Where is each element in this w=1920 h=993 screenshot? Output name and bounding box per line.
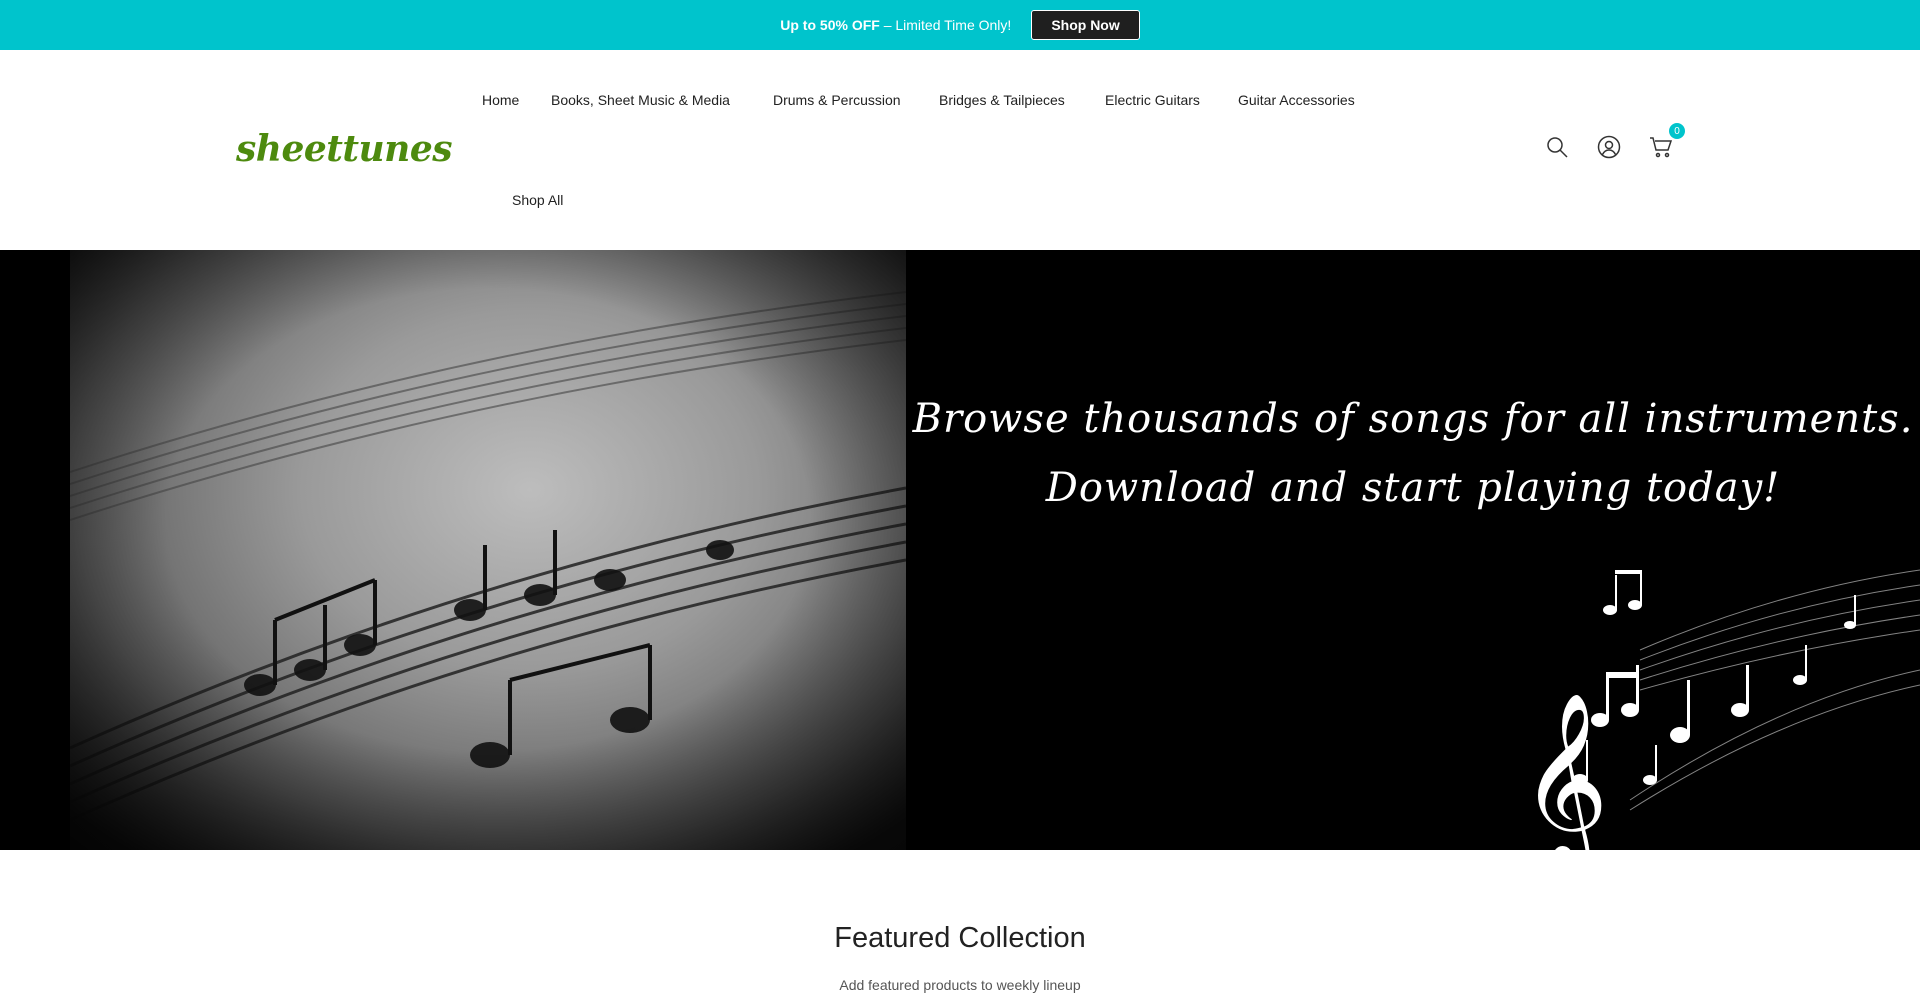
- announcement-bar: Up to 50% OFF – Limited Time Only! Shop …: [0, 0, 1920, 50]
- shop-now-button[interactable]: Shop Now: [1031, 10, 1140, 40]
- hero-headline: Browse thousands of songs for all instru…: [906, 385, 1920, 523]
- nav-item-guitar-accessories[interactable]: Guitar Accessories: [1238, 92, 1355, 108]
- announcement-bold-text: Up to 50% OFF: [780, 17, 880, 33]
- nav-item-books-sheet-music-media[interactable]: Books, Sheet Music & Media: [551, 92, 730, 108]
- nav-item-shop-all[interactable]: Shop All: [512, 192, 563, 208]
- announcement-text: Up to 50% OFF – Limited Time Only!: [780, 17, 1011, 33]
- cart-icon[interactable]: 0: [1649, 123, 1685, 159]
- sheet-music-photo: [70, 250, 906, 850]
- header-icons: 0: [1545, 123, 1685, 159]
- account-icon[interactable]: [1597, 135, 1621, 159]
- featured-title: Featured Collection: [834, 922, 1086, 954]
- sheet-music-staff-lines: [70, 250, 906, 850]
- nav-item-drums-percussion[interactable]: Drums & Percussion: [773, 92, 901, 108]
- nav-item-bridges-tailpieces[interactable]: Bridges & Tailpieces: [939, 92, 1065, 108]
- hero-banner: Browse thousands of songs for all instru…: [0, 250, 1920, 850]
- site-logo[interactable]: sheettunes: [236, 128, 453, 170]
- music-notes-illustration: 𝄞: [1520, 569, 1920, 850]
- cart-count-badge: 0: [1669, 123, 1685, 139]
- search-icon[interactable]: [1545, 135, 1569, 159]
- hero-line-2: Download and start playing today!: [1045, 465, 1781, 511]
- announcement-rest-text: – Limited Time Only!: [879, 17, 1012, 33]
- nav-item-home[interactable]: Home: [482, 92, 519, 108]
- featured-collection: Featured Collection Add featured product…: [0, 922, 1920, 993]
- featured-subtitle: Add featured products to weekly lineup: [839, 977, 1081, 993]
- site-header: sheettunes Home Books, Sheet Music & Med…: [0, 50, 1920, 250]
- hero-line-1: Browse thousands of songs for all instru…: [912, 396, 1914, 442]
- nav-item-electric-guitars[interactable]: Electric Guitars: [1105, 92, 1200, 108]
